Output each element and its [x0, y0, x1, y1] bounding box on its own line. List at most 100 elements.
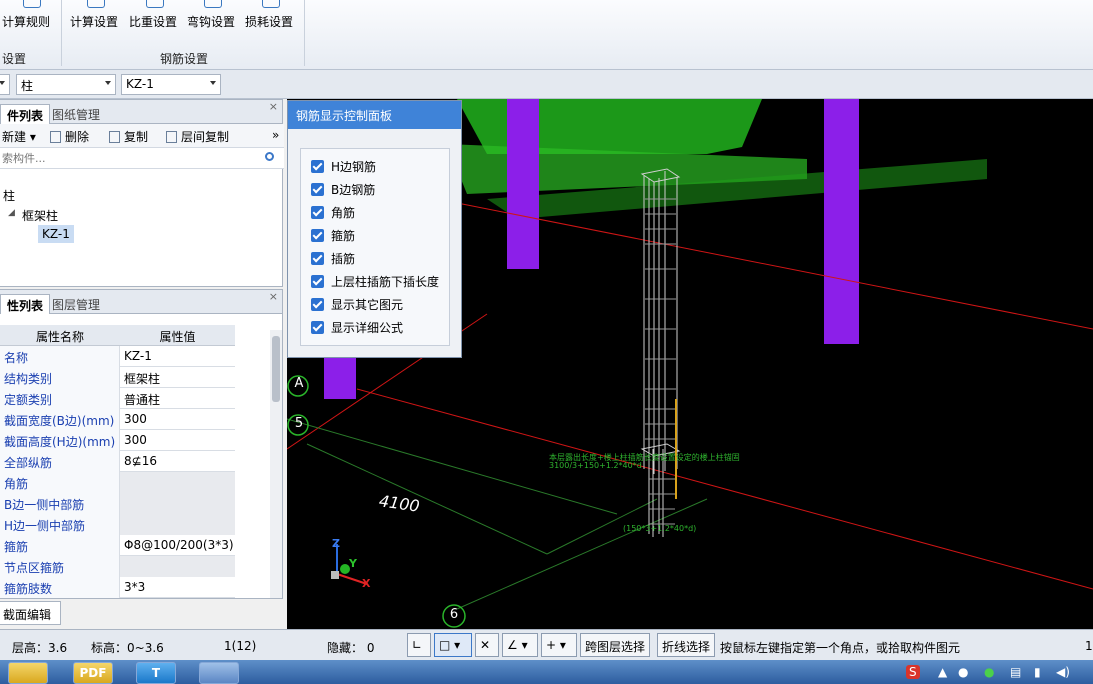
property-row[interactable]: 箍筋肢数 3*3 — [0, 577, 235, 598]
tree-item-kz1[interactable]: KZ-1 — [38, 225, 74, 243]
tray-qq-icon[interactable]: ● — [958, 665, 968, 679]
calc-rules-button[interactable]: 计算规则 — [2, 0, 62, 40]
loss-settings-button[interactable]: 损耗设置 — [245, 0, 297, 40]
control-panel-title: 钢筋显示控制面板 — [288, 101, 461, 129]
floor-dropdown[interactable] — [0, 74, 10, 95]
checkbox-checked-icon[interactable] — [311, 275, 324, 288]
tray-s-icon[interactable]: S — [906, 665, 920, 679]
tree-root[interactable]: 柱 — [3, 187, 15, 204]
polyline-select-button[interactable]: 折线选择 — [657, 633, 716, 657]
t-app-icon[interactable]: T — [136, 662, 176, 684]
copy-button[interactable]: 复制 — [109, 128, 148, 145]
property-row[interactable]: 箍筋 Φ8@100/200(3*3) — [0, 535, 235, 556]
origin-cube — [331, 571, 339, 579]
property-row[interactable]: B边一侧中部筋 — [0, 493, 235, 514]
property-panel-tabs: 性列表 图层管理 × — [0, 290, 282, 314]
checkbox-checked-icon[interactable] — [311, 321, 324, 334]
status-right-number: 1 — [1085, 639, 1093, 653]
cross-floor-select-button[interactable]: 跨图层选择 — [580, 633, 651, 657]
search-field[interactable] — [0, 148, 284, 169]
ribbon-group-rebar-label: 钢筋设置 — [160, 52, 209, 66]
tab-component-list[interactable]: 件列表 — [0, 104, 51, 124]
tab-layer-management[interactable]: 图层管理 — [46, 294, 106, 314]
property-scrollbar[interactable] — [270, 330, 282, 598]
property-row[interactable]: 截面宽度(B边)(mm) 300 — [0, 409, 235, 430]
angle-icon[interactable]: ∠ ▾ — [502, 633, 538, 657]
expand-icon[interactable]: ◢ — [8, 208, 15, 218]
type-dropdown[interactable]: 柱 — [16, 74, 116, 95]
option-dowel[interactable]: 插筋 — [311, 250, 355, 268]
new-button[interactable]: 新建 ▾ — [2, 128, 36, 145]
hook-settings-button[interactable]: 弯钩设置 — [187, 0, 239, 40]
calc-settings-icon — [87, 0, 105, 8]
delete-button[interactable]: 删除 — [50, 128, 89, 145]
purple-column — [824, 99, 859, 344]
calc-settings-button[interactable]: 计算设置 — [70, 0, 122, 40]
axis-label-5: 5 — [294, 416, 304, 431]
axis-label-6: 6 — [449, 607, 459, 622]
option-h-rebar[interactable]: H边钢筋 — [311, 158, 376, 176]
calculator-app-icon[interactable] — [199, 662, 239, 684]
tray-volume-icon[interactable]: ◀) — [1056, 665, 1070, 679]
tab-drawing-management[interactable]: 图纸管理 — [46, 104, 106, 124]
purple-column — [507, 99, 539, 269]
copy-icon — [109, 131, 120, 143]
green-dim-line — [456, 498, 708, 610]
tray-signal-icon[interactable]: ▮ — [1034, 665, 1041, 679]
component-dropdown[interactable]: KZ-1 — [121, 74, 221, 95]
elevation: 标高：0~3.6 — [91, 641, 164, 655]
weight-settings-button[interactable]: 比重设置 — [129, 0, 181, 40]
option-upper-dowel-length[interactable]: 上层柱插筋下插长度 — [311, 273, 439, 291]
checkbox-checked-icon[interactable] — [311, 252, 324, 265]
option-stirrup[interactable]: 箍筋 — [311, 227, 355, 245]
close-icon[interactable]: × — [269, 100, 278, 113]
ribbon-group-label: 设置 — [2, 52, 27, 66]
axis-label-a: A — [294, 376, 304, 391]
tray-network-icon[interactable]: ▤ — [1010, 665, 1021, 679]
section-edit-tab[interactable]: 截面编辑 — [0, 601, 61, 625]
checkbox-checked-icon[interactable] — [311, 206, 324, 219]
option-b-rebar[interactable]: B边钢筋 — [311, 181, 375, 199]
option-corner-rebar[interactable]: 角筋 — [311, 204, 355, 222]
pdf-app-icon[interactable]: PDF — [73, 662, 113, 684]
property-panel: 性列表 图层管理 × 属性名称 属性值 名称 KZ-1 结构类别 框架柱 定额类别普… — [0, 289, 283, 599]
element-count: 1(12) — [224, 639, 257, 653]
property-row[interactable]: 名称 KZ-1 — [0, 346, 235, 367]
green-dim-line — [306, 443, 548, 555]
ribbon-separator — [304, 0, 305, 66]
select-rect-icon[interactable]: □ ▾ — [434, 633, 472, 657]
tray-wechat-icon[interactable]: ● — [984, 665, 994, 679]
option-show-detailed-formula[interactable]: 显示详细公式 — [311, 319, 403, 337]
option-show-other-elements[interactable]: 显示其它图元 — [311, 296, 403, 314]
rebar-formula-bottom: (150*3+1.2*40*d) — [623, 524, 697, 533]
checkbox-checked-icon[interactable] — [311, 229, 324, 242]
checkbox-checked-icon[interactable] — [311, 298, 324, 311]
property-row[interactable]: 节点区箍筋 — [0, 556, 235, 577]
selector-bar: 柱 KZ-1 — [0, 70, 1093, 99]
property-row[interactable]: 截面高度(H边)(mm) 300 — [0, 430, 235, 451]
tree-group-frame-column[interactable]: 框架柱 — [22, 207, 58, 224]
property-row[interactable]: 定额类别 普通柱 — [0, 388, 235, 409]
z-axis-label: Z — [332, 537, 340, 550]
status-hint: 按鼠标左键指定第一个角点，或拾取构件图元 — [720, 641, 961, 655]
checkbox-checked-icon[interactable] — [311, 160, 324, 173]
property-row[interactable]: H边一侧中部筋 — [0, 514, 235, 535]
snap-icon[interactable]: + ▾ — [541, 633, 577, 657]
property-row[interactable]: 结构类别 框架柱 — [0, 367, 235, 388]
folder-icon[interactable] — [8, 662, 48, 684]
property-row[interactable]: 全部纵筋 8⊈16 — [0, 451, 235, 472]
scrollbar-thumb[interactable] — [272, 336, 280, 402]
rebar-display-control-panel: 钢筋显示控制面板 H边钢筋 B边钢筋 角筋 箍筋 插筋 上层柱插筋下插长度 显示… — [287, 100, 462, 358]
floor-copy-button[interactable]: 层间复制 — [166, 128, 229, 145]
tray-up-arrow-icon[interactable]: ▲ — [938, 665, 947, 679]
search-icon[interactable] — [265, 152, 274, 161]
checkbox-checked-icon[interactable] — [311, 183, 324, 196]
more-button[interactable]: » — [272, 128, 279, 142]
cross-icon[interactable]: ✕ — [475, 633, 499, 657]
search-input[interactable] — [2, 150, 257, 166]
tab-property-list[interactable]: 性列表 — [0, 294, 51, 314]
ortho-icon[interactable]: ∟ — [407, 633, 431, 657]
close-icon[interactable]: × — [269, 290, 278, 303]
chevron-down-icon — [105, 81, 111, 85]
property-row[interactable]: 角筋 — [0, 472, 235, 493]
